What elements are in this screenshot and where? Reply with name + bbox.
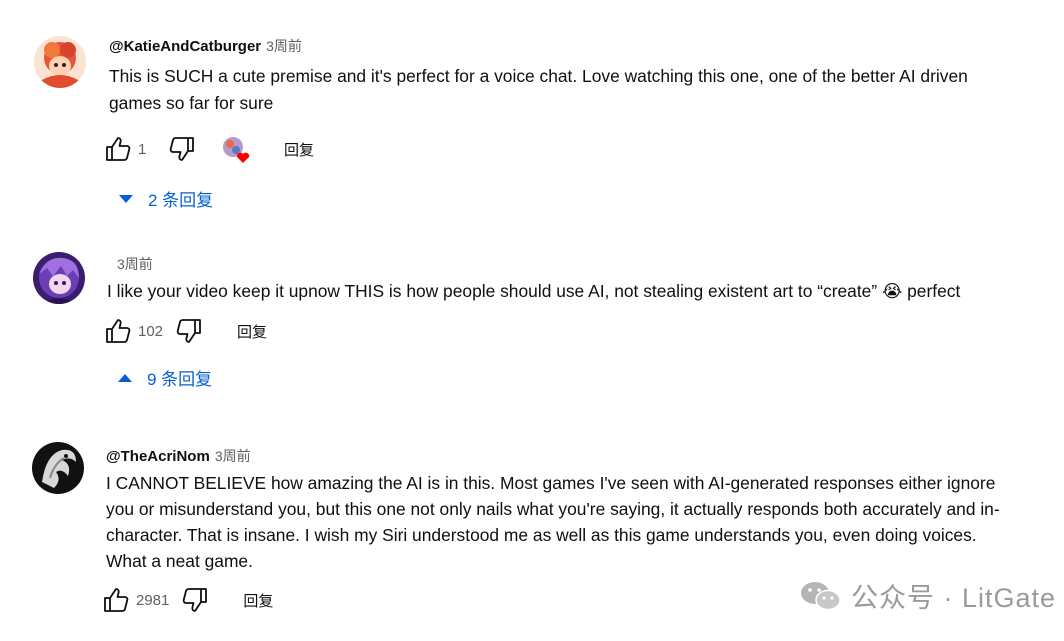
watermark-text: 公众号 · LitGate bbox=[850, 583, 1056, 613]
avatar[interactable] bbox=[33, 252, 85, 304]
comment-text-line: I like your video keep it upnow THIS is … bbox=[107, 281, 961, 301]
thumbs-down-icon[interactable] bbox=[181, 586, 209, 614]
comment-time[interactable]: 3周前 bbox=[117, 256, 153, 272]
comment-text: I like your video keep it upnow THIS is … bbox=[107, 278, 960, 305]
thumbs-up-icon[interactable] bbox=[104, 135, 132, 163]
comment-text-line: This is SUCH a cute premise and it's per… bbox=[109, 66, 968, 86]
view-replies-button[interactable]: 2 条回复 bbox=[118, 186, 213, 211]
like-count: 102 bbox=[138, 322, 164, 340]
like-count: 2981 bbox=[136, 591, 170, 609]
comment-text-line: games so far for sure bbox=[109, 92, 274, 113]
comment-text-line: What a neat game. bbox=[106, 551, 253, 571]
replies-count-label: 9 条回复 bbox=[147, 370, 213, 389]
comment-author[interactable]: @TheAcriNom bbox=[106, 448, 210, 465]
watermark: 公众号 · LitGate bbox=[799, 576, 1056, 615]
comment-time[interactable]: 3周前 bbox=[215, 448, 251, 464]
comment-author[interactable]: @KatieAndCatburger bbox=[109, 38, 261, 55]
hide-replies-button[interactable]: 9 条回复 bbox=[117, 365, 212, 390]
comment-actions: 102 回复 bbox=[104, 316, 267, 346]
comment-actions: 2981 回复 bbox=[102, 585, 273, 615]
thumbs-up-icon[interactable] bbox=[102, 586, 130, 614]
caret-up-icon bbox=[118, 373, 132, 382]
comment-text-line: character. That is insane. I wish my Sir… bbox=[106, 525, 977, 545]
comment-header: @KatieAndCatburger 3周前 bbox=[109, 37, 302, 56]
replies-count-label: 2 条回复 bbox=[148, 191, 214, 210]
creator-heart-icon bbox=[222, 134, 252, 164]
avatar[interactable] bbox=[34, 36, 86, 88]
comment-header: 3周前 bbox=[112, 255, 153, 274]
comment-actions: 1 回复 bbox=[104, 134, 314, 164]
avatar[interactable] bbox=[32, 442, 84, 494]
comment-text-line: you or misunderstand you, but this one n… bbox=[106, 499, 1000, 519]
comment-header: @TheAcriNom 3周前 bbox=[106, 447, 251, 466]
comment-text: This is SUCH a cute premise and it's per… bbox=[109, 63, 968, 116]
thumbs-up-icon[interactable] bbox=[104, 317, 132, 345]
reply-button[interactable]: 回复 bbox=[243, 590, 273, 611]
reply-button[interactable]: 回复 bbox=[237, 321, 267, 342]
like-count: 1 bbox=[138, 140, 147, 158]
reply-button[interactable]: 回复 bbox=[284, 139, 314, 160]
caret-down-icon bbox=[119, 194, 133, 203]
comment-time[interactable]: 3周前 bbox=[266, 38, 302, 54]
thumbs-down-icon[interactable] bbox=[168, 135, 196, 163]
comment-text: I CANNOT BELIEVE how amazing the AI is i… bbox=[106, 470, 1000, 574]
comment-text-line: I CANNOT BELIEVE how amazing the AI is i… bbox=[106, 473, 996, 493]
thumbs-down-icon[interactable] bbox=[175, 317, 203, 345]
wechat-logo-icon bbox=[800, 581, 841, 610]
